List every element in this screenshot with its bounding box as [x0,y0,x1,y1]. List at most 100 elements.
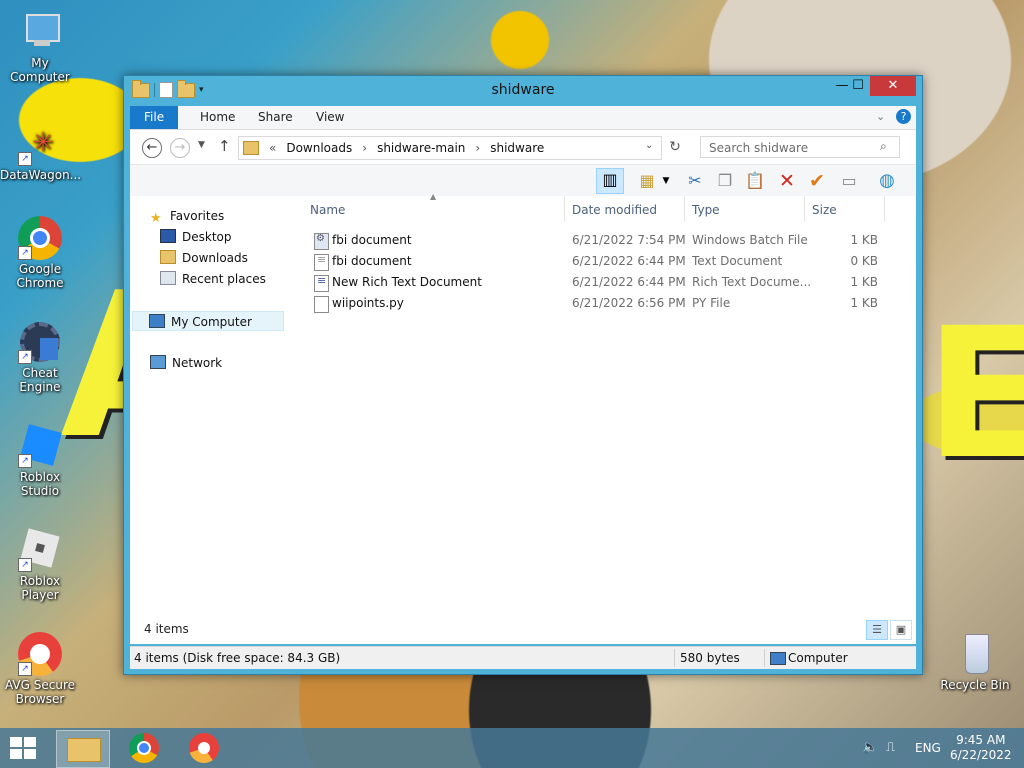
language-indicator[interactable]: ENG [915,741,941,755]
taskbar-chrome[interactable] [118,730,170,766]
delete-icon[interactable]: ✕ [776,170,798,192]
breadcrumb-separator[interactable]: › [475,141,480,155]
nav-label: Network [172,356,223,370]
avg-browser-icon: ↗ [18,632,62,676]
details-view-icon[interactable]: ☰ [866,620,888,640]
breadcrumb-shidware-main[interactable]: shidware-main [377,141,465,155]
column-header-date[interactable]: Date modified [572,203,657,217]
rename-icon[interactable]: ▭ [838,170,860,192]
ribbon-expand-icon[interactable]: ⌄ [876,110,885,123]
roblox-studio-icon: ↗ [18,424,62,468]
address-dropdown-icon[interactable]: ⌄ [645,140,653,151]
file-size: 1 KB [850,296,878,310]
desktop-icon-roblox-studio[interactable]: ↗ Roblox Studio [0,424,80,498]
tab-share[interactable]: Share [244,106,307,129]
up-button[interactable]: ↑ [218,137,231,155]
help-icon[interactable]: ? [896,109,911,124]
ribbon-tabs: File Home Share View ⌄ ? [130,106,916,130]
search-input[interactable]: Search shidware [700,136,900,158]
file-row[interactable]: fbi document 6/21/2022 7:54 PM Windows B… [300,230,916,251]
search-icon[interactable]: ⌕ [880,139,887,154]
breadcrumb-downloads[interactable]: Downloads [286,141,352,155]
status-location: Computer [788,651,848,665]
globe-icon[interactable]: ◍ [876,170,898,192]
preview-pane-icon[interactable]: ▥ [596,168,624,194]
breadcrumb-shidware[interactable]: shidware [490,141,544,155]
shortcut-arrow-icon: ↗ [18,454,32,468]
file-date: 6/21/2022 7:54 PM [572,233,686,247]
start-button[interactable] [10,737,38,759]
refresh-button[interactable]: ↻ [666,138,684,156]
desktop-icon-datawagon[interactable]: ✳ ↗ DataWagon... [0,122,82,182]
desktop-icon-roblox-player[interactable]: ↗ Roblox Player [0,528,80,602]
explorer-window: ▾ shidware — ☐ ✕ File Home Share View ⌄ … [123,75,923,675]
file-row[interactable]: fbi document 6/21/2022 6:44 PM Text Docu… [300,251,916,272]
desktop-icon-cheat-engine[interactable]: ↗ Cheat Engine [0,320,80,394]
copy-icon[interactable]: ❐ [714,170,736,192]
computer-icon [770,652,786,665]
file-name: fbi document [332,254,412,268]
nav-network[interactable]: Network [150,353,222,373]
column-header-size[interactable]: Size [812,203,837,217]
desktop-icon-my-computer[interactable]: My Computer [0,10,80,84]
file-name: fbi document [332,233,412,247]
desktop-icon-label: AVG Secure Browser [4,678,76,706]
py-file-icon [314,296,329,313]
address-bar[interactable]: « Downloads › shidware-main › shidware ⌄ [238,136,662,160]
column-header-type[interactable]: Type [692,203,720,217]
tab-file[interactable]: File [130,106,179,129]
close-button[interactable]: ✕ [870,76,916,96]
maximize-button[interactable]: ☐ [844,76,872,96]
file-date: 6/21/2022 6:44 PM [572,254,686,268]
recent-locations-chevron-icon[interactable]: ▼ [198,140,205,150]
large-icons-view-icon[interactable]: ▣ [890,620,912,640]
nav-label: Downloads [182,251,248,265]
column-divider[interactable] [684,196,685,222]
forward-button[interactable]: → [170,138,190,158]
status-bar: 4 items (Disk free space: 84.3 GB) 580 b… [130,646,916,669]
downloads-folder-icon [160,250,176,264]
back-button[interactable]: ← [142,138,162,158]
desktop-icon-avg-secure-browser[interactable]: ↗ AVG Secure Browser [0,632,80,706]
file-size: 1 KB [850,233,878,247]
taskbar: 🔈 ⎍ ENG 9:45 AM 6/22/2022 [0,728,1024,768]
file-type: PY File [692,296,731,310]
column-header-name[interactable]: Name [310,203,345,217]
tab-home[interactable]: Home [186,106,249,129]
file-row[interactable]: wiipoints.py 6/21/2022 6:56 PM PY File 1… [300,293,916,314]
taskbar-avg-browser[interactable] [178,730,230,766]
tab-view[interactable]: View [302,106,358,129]
cut-icon[interactable]: ✂ [684,170,706,192]
desktop-icon-google-chrome[interactable]: ↗ Google Chrome [0,216,80,290]
network-tray-icon[interactable]: ⎍ [886,740,895,755]
breadcrumb-overflow[interactable]: « [269,141,276,155]
nav-favorites[interactable]: ★ Favorites [150,206,224,226]
clock[interactable]: 9:45 AM 6/22/2022 [950,733,1012,763]
check-icon[interactable]: ✔ [806,170,828,192]
file-row[interactable]: New Rich Text Document 6/21/2022 6:44 PM… [300,272,916,293]
desktop-icon-label: DataWagon... [0,168,82,182]
nav-my-computer[interactable]: My Computer [132,311,284,331]
column-divider[interactable] [804,196,805,222]
nav-recent-places[interactable]: Recent places [160,269,266,289]
folder-properties-icon[interactable]: ▦ [636,170,658,192]
file-name: wiipoints.py [332,296,404,310]
navigation-pane: ★ Favorites Desktop Downloads Recent plac… [130,196,290,644]
file-type: Rich Text Docume... [692,275,812,289]
breadcrumb-separator[interactable]: › [362,141,367,155]
chrome-center-icon [137,741,151,755]
volume-muted-icon[interactable]: 🔈 [862,740,878,755]
column-divider[interactable] [884,196,885,222]
shortcut-arrow-icon: ↗ [18,662,32,676]
command-toolbar: ▥ ▦ ▼ ✂ ❐ 📋 ✕ ✔ ▭ ◍ [130,164,916,197]
desktop-icon-recycle-bin[interactable]: Recycle Bin [935,632,1015,692]
nav-desktop[interactable]: Desktop [160,227,232,247]
title-bar[interactable]: ▾ shidware — ☐ ✕ [124,76,922,106]
file-list: ▲ Name Date modified Type Size fbi docum… [300,192,916,616]
dropdown-arrow-icon[interactable]: ▼ [660,170,672,192]
nav-label: Desktop [182,230,232,244]
nav-downloads[interactable]: Downloads [160,248,248,268]
column-divider[interactable] [564,196,565,222]
paste-icon[interactable]: 📋 [744,170,766,192]
taskbar-file-explorer[interactable] [56,730,110,768]
